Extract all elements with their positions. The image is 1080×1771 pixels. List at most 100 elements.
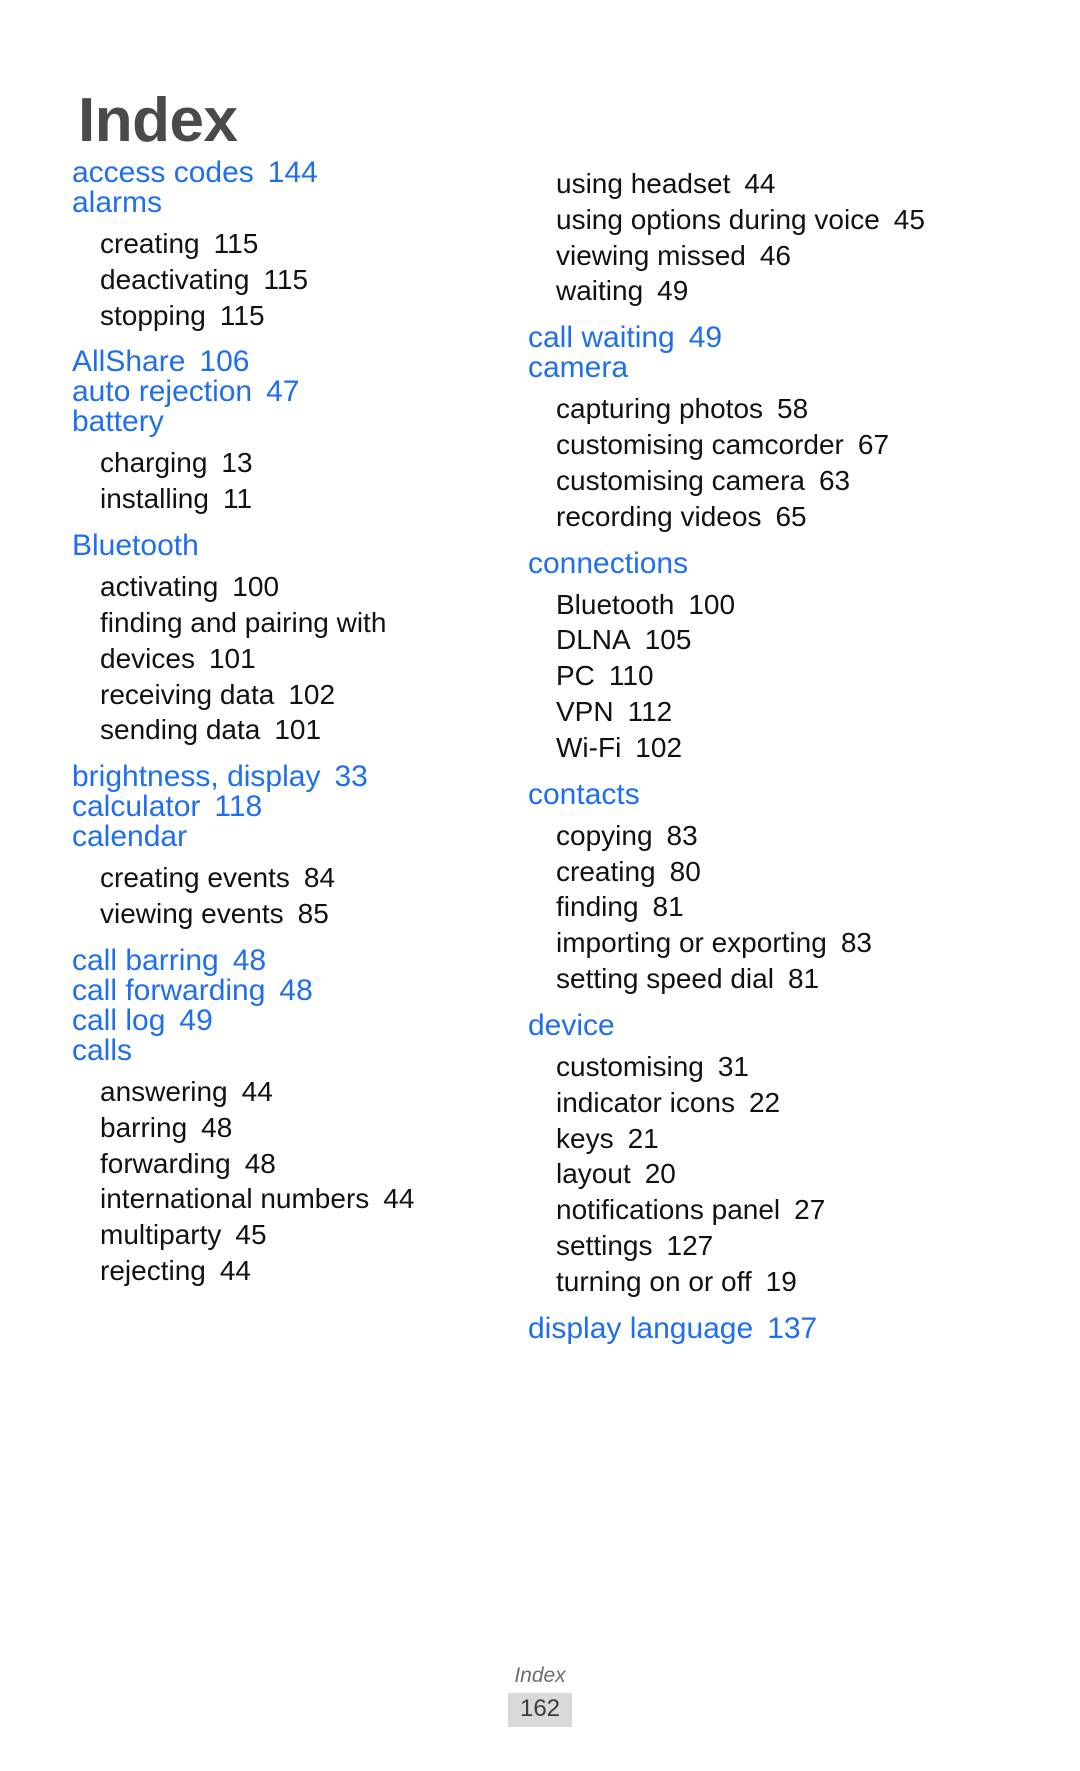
index-subentry-label: capturing photos — [556, 393, 764, 425]
index-entry-label: display language — [528, 1311, 754, 1345]
index-subentry[interactable]: sending data 101 — [100, 712, 492, 748]
index-entry-heading[interactable]: brightness, display 33 — [72, 762, 492, 792]
index-subentry-page-number: 44 — [744, 168, 776, 199]
index-subentry-page-number: 115 — [213, 228, 259, 259]
index-subentry-label: rejecting — [100, 1255, 206, 1287]
index-entry-heading[interactable]: call forwarding 48 — [72, 973, 492, 1007]
index-subentry[interactable]: finding and pairing with devices 101 — [100, 605, 492, 677]
index-subentry[interactable]: copying 83 — [556, 818, 1062, 854]
index-entry-heading[interactable]: access codes 144 — [72, 158, 492, 188]
index-subentry[interactable]: barring 48 — [100, 1110, 492, 1146]
index-subentry-label: multiparty — [100, 1219, 222, 1251]
index-subentry-page-number: 49 — [657, 275, 689, 307]
footer-section-label: Index — [514, 1664, 566, 1688]
index-entry-heading[interactable]: device — [528, 1010, 1062, 1041]
index-entry-page-number: 48 — [279, 973, 313, 1007]
index-subentry[interactable]: customising 31 — [556, 1049, 1062, 1085]
index-group: call forwarding 48 — [72, 973, 492, 1007]
index-subentry[interactable]: setting speed dial 81 — [556, 961, 1062, 997]
index-subentry-page-number: 84 — [303, 862, 336, 894]
index-entry-heading[interactable]: display language 137 — [528, 1311, 1062, 1345]
index-entry-heading[interactable]: contacts — [528, 779, 1062, 810]
index-subentry-page-number: 21 — [627, 1122, 659, 1154]
index-subentry[interactable]: PC 110 — [556, 658, 1062, 694]
index-subentry[interactable]: multiparty 45 — [100, 1217, 492, 1253]
index-subentry[interactable]: Bluetooth 100 — [556, 587, 1062, 623]
index-subentry[interactable]: creating 115 — [100, 226, 492, 262]
index-subentry-page-number: 100 — [688, 588, 736, 620]
index-subentry[interactable]: creating events 84 — [100, 860, 492, 896]
index-subentry-label: viewing events — [100, 898, 284, 930]
index-entry-label: camera — [528, 351, 629, 385]
index-subentry-page-number: 115 — [263, 263, 309, 295]
index-entry-heading[interactable]: calculator 118 — [72, 792, 492, 822]
index-subentry[interactable]: capturing photos 58 — [556, 391, 1062, 427]
index-entry-heading[interactable]: call barring 48 — [72, 945, 492, 976]
index-entry-heading[interactable]: alarms — [72, 188, 492, 218]
index-subentry-label: deactivating — [100, 263, 250, 295]
index-entry-page-number: 106 — [199, 345, 250, 379]
index-subentry[interactable]: receiving data 102 — [100, 677, 492, 713]
index-subentry[interactable]: notifications panel 27 — [556, 1192, 1062, 1228]
index-group: calls answering 44 barring 48 forwarding 48 int… — [72, 1033, 492, 1303]
index-entry-label: battery — [72, 405, 164, 439]
index-subentry-page-number: 100 — [232, 571, 280, 603]
index-subentry[interactable]: installing 11 — [100, 481, 492, 517]
index-subentry[interactable]: international numbers 44 — [100, 1181, 492, 1217]
index-subentry[interactable]: viewing missed 46 — [556, 238, 1062, 274]
index-subentry[interactable]: settings 127 — [556, 1228, 1062, 1264]
index-subentry[interactable]: finding 81 — [556, 889, 1062, 925]
index-subentry[interactable]: keys 21 — [556, 1121, 1062, 1157]
index-subentry[interactable]: stopping 115 — [100, 298, 492, 334]
index-subentry[interactable]: using options during voice 45 — [556, 202, 1062, 238]
index-subentry[interactable]: answering 44 — [100, 1074, 492, 1110]
index-entry-heading[interactable]: auto rejection 47 — [72, 377, 492, 407]
index-subentry[interactable]: activating 100 — [100, 569, 492, 605]
index-entry-heading[interactable]: calendar — [72, 822, 492, 852]
index-subentry[interactable]: importing or exporting 83 — [556, 925, 1062, 961]
index-subentry[interactable]: viewing events 85 — [100, 896, 492, 932]
index-subentry[interactable]: deactivating 115 — [100, 262, 492, 298]
index-subentry[interactable]: DLNA 105 — [556, 622, 1062, 658]
index-subentry[interactable]: VPN 112 — [556, 694, 1062, 730]
index-subentry-page-number: 27 — [794, 1194, 826, 1226]
index-subentry[interactable]: forwarding 48 — [100, 1146, 492, 1182]
index-subentry-page-number: 85 — [297, 898, 329, 930]
index-subentry[interactable]: Wi-Fi 102 — [556, 730, 1062, 766]
index-subentry[interactable]: recording videos 65 — [556, 499, 1062, 535]
index-entry-heading[interactable]: battery — [72, 407, 492, 437]
index-subentry[interactable]: customising camcorder 67 — [556, 427, 1062, 463]
index-subentry[interactable]: waiting 49 — [556, 273, 1062, 309]
index-subentry[interactable]: rejecting 44 — [100, 1253, 492, 1289]
index-entry-heading[interactable]: call log 49 — [72, 1003, 492, 1037]
index-entry-label: calls — [72, 1033, 133, 1067]
index-subentry-label: barring — [100, 1111, 188, 1143]
index-subentry-label: turning on or off — [556, 1265, 752, 1297]
index-subentry-page-number: 46 — [759, 239, 792, 271]
index-subentry[interactable]: indicator icons 22 — [556, 1085, 1062, 1121]
index-subentry-label: customising — [556, 1050, 704, 1082]
index-subentry-label: answering — [100, 1075, 228, 1107]
footer-page-number: 162 — [507, 1693, 573, 1727]
index-entry-label: auto rejection — [72, 375, 253, 409]
index-subentry-page-number: 48 — [244, 1147, 276, 1179]
index-subentry[interactable]: customising camera 63 — [556, 463, 1062, 499]
index-entry-heading[interactable]: AllShare 106 — [72, 347, 492, 377]
index-entry-heading[interactable]: Bluetooth — [72, 531, 492, 561]
index-entry-label: calendar — [72, 820, 188, 854]
index-subentry-label: VPN — [556, 696, 614, 728]
index-page: Index access codes 144 alarms creating 115 de… — [0, 0, 1080, 1771]
index-subentry-label: activating — [100, 571, 219, 603]
index-entry-heading[interactable]: call waiting 49 — [528, 323, 1062, 353]
index-entry-page-number: 49 — [179, 1003, 213, 1037]
index-group: AllShare 106 — [72, 347, 492, 377]
index-subentry[interactable]: charging 13 — [100, 445, 492, 481]
index-subentry[interactable]: using headset 44 — [556, 166, 1062, 202]
index-subentry[interactable]: turning on or off 19 — [556, 1264, 1062, 1300]
index-entry-heading[interactable]: camera — [528, 353, 1062, 383]
index-entry-heading[interactable]: calls — [72, 1033, 492, 1067]
index-subentry[interactable]: layout 20 — [556, 1156, 1062, 1192]
index-group: call log 49 — [72, 1003, 492, 1037]
index-subentry[interactable]: creating 80 — [556, 854, 1062, 890]
index-entry-heading[interactable]: connections — [528, 548, 1062, 579]
